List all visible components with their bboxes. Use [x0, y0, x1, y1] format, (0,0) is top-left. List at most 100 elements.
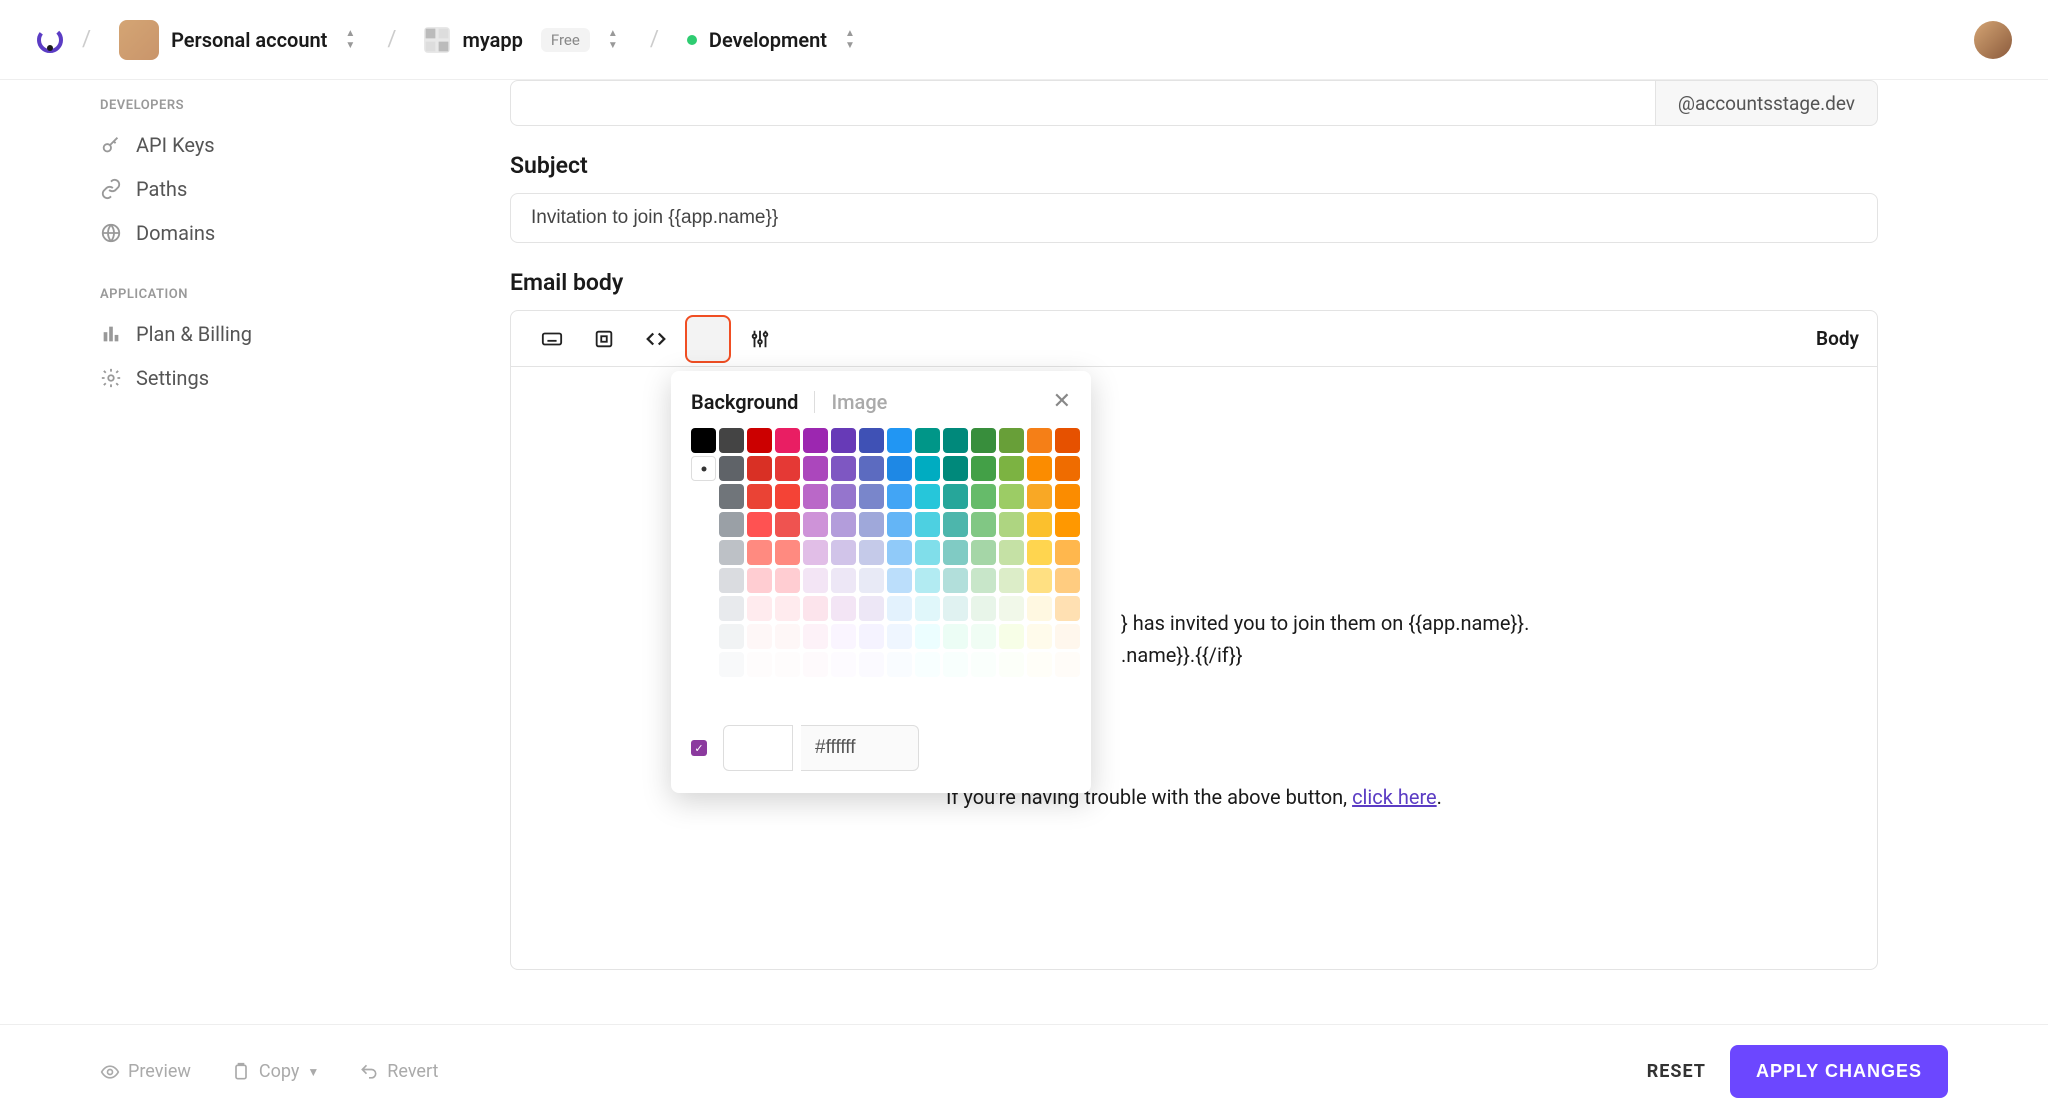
- chevron-updown-icon[interactable]: ▲▼: [608, 28, 622, 51]
- color-swatch[interactable]: [831, 428, 856, 453]
- color-swatch[interactable]: [775, 568, 800, 593]
- color-swatch[interactable]: [747, 540, 772, 565]
- color-swatch[interactable]: [971, 456, 996, 481]
- color-swatch[interactable]: [943, 596, 968, 621]
- color-swatch[interactable]: [971, 484, 996, 509]
- chevron-updown-icon[interactable]: ▲▼: [345, 28, 359, 51]
- color-swatch[interactable]: [943, 456, 968, 481]
- color-swatch[interactable]: [943, 680, 968, 705]
- color-swatch[interactable]: [999, 456, 1024, 481]
- color-swatch[interactable]: [719, 568, 744, 593]
- chevron-updown-icon[interactable]: ▲▼: [845, 28, 859, 51]
- color-swatch[interactable]: [803, 512, 828, 537]
- from-local-input[interactable]: [510, 80, 1656, 126]
- popup-tab-background[interactable]: Background: [691, 390, 798, 414]
- sidebar-item-paths[interactable]: Paths: [100, 167, 310, 211]
- color-swatch[interactable]: [1027, 484, 1052, 509]
- color-swatch[interactable]: [1027, 624, 1052, 649]
- color-swatch[interactable]: [915, 624, 940, 649]
- color-swatch[interactable]: [943, 652, 968, 677]
- color-swatch[interactable]: [859, 484, 884, 509]
- color-swatch[interactable]: [691, 680, 716, 705]
- color-swatch[interactable]: [719, 456, 744, 481]
- color-swatch[interactable]: [803, 652, 828, 677]
- color-swatch[interactable]: [691, 512, 716, 537]
- color-swatch[interactable]: [719, 428, 744, 453]
- color-swatch[interactable]: [971, 652, 996, 677]
- color-swatch[interactable]: [691, 540, 716, 565]
- color-swatch[interactable]: [859, 540, 884, 565]
- color-swatch[interactable]: [775, 512, 800, 537]
- color-swatch[interactable]: [1027, 596, 1052, 621]
- sidebar-item-domains[interactable]: Domains: [100, 211, 310, 255]
- color-swatch[interactable]: [719, 680, 744, 705]
- toolbar-code-button[interactable]: [633, 319, 679, 359]
- revert-button[interactable]: Revert: [359, 1061, 438, 1082]
- color-swatch[interactable]: [1027, 680, 1052, 705]
- color-swatch[interactable]: [859, 428, 884, 453]
- env-crumb[interactable]: Development ▲▼: [677, 22, 869, 58]
- color-swatch[interactable]: [691, 568, 716, 593]
- popup-tab-image[interactable]: Image: [831, 390, 887, 414]
- color-swatch[interactable]: [943, 428, 968, 453]
- color-swatch[interactable]: [943, 624, 968, 649]
- color-swatch[interactable]: [775, 680, 800, 705]
- color-swatch[interactable]: [915, 568, 940, 593]
- color-swatch[interactable]: [915, 680, 940, 705]
- color-swatch[interactable]: [747, 652, 772, 677]
- color-swatch[interactable]: [747, 624, 772, 649]
- toolbar-keyboard-button[interactable]: [529, 319, 575, 359]
- toolbar-background-button[interactable]: [685, 315, 731, 363]
- color-swatch[interactable]: [971, 568, 996, 593]
- color-swatch[interactable]: [803, 624, 828, 649]
- color-swatch[interactable]: [915, 428, 940, 453]
- color-swatch[interactable]: [859, 512, 884, 537]
- color-swatch[interactable]: [691, 596, 716, 621]
- color-swatch[interactable]: [747, 456, 772, 481]
- color-swatch[interactable]: [915, 484, 940, 509]
- color-swatch[interactable]: [691, 652, 716, 677]
- color-swatch[interactable]: [1055, 484, 1080, 509]
- color-swatch[interactable]: [803, 596, 828, 621]
- toolbar-sliders-button[interactable]: [737, 319, 783, 359]
- color-swatch[interactable]: [831, 624, 856, 649]
- color-swatch[interactable]: [775, 428, 800, 453]
- user-menu[interactable]: [1974, 21, 2012, 59]
- color-swatch[interactable]: [1027, 456, 1052, 481]
- color-swatch[interactable]: [887, 624, 912, 649]
- sidebar-item-api-keys[interactable]: API Keys: [100, 123, 310, 167]
- color-swatch[interactable]: [831, 652, 856, 677]
- color-swatch[interactable]: [831, 512, 856, 537]
- color-swatch[interactable]: [747, 680, 772, 705]
- color-swatch[interactable]: [887, 652, 912, 677]
- hex-input[interactable]: [801, 725, 919, 771]
- color-swatch[interactable]: [915, 512, 940, 537]
- sidebar-item-plan-billing[interactable]: Plan & Billing: [100, 312, 310, 356]
- color-swatch[interactable]: [1055, 680, 1080, 705]
- color-swatch[interactable]: [1055, 652, 1080, 677]
- subject-input[interactable]: [510, 193, 1878, 243]
- color-swatch[interactable]: [915, 456, 940, 481]
- reset-button[interactable]: RESET: [1647, 1061, 1706, 1082]
- color-swatch[interactable]: [859, 568, 884, 593]
- color-swatch[interactable]: [747, 428, 772, 453]
- color-swatch[interactable]: [1027, 540, 1052, 565]
- color-swatch[interactable]: [971, 624, 996, 649]
- sidebar-item-settings[interactable]: Settings: [100, 356, 310, 400]
- color-swatch[interactable]: [803, 540, 828, 565]
- color-swatch[interactable]: [691, 456, 716, 481]
- color-swatch[interactable]: [999, 484, 1024, 509]
- color-swatch[interactable]: [1055, 624, 1080, 649]
- color-swatch[interactable]: [887, 456, 912, 481]
- color-swatch[interactable]: [719, 540, 744, 565]
- color-swatch[interactable]: [999, 624, 1024, 649]
- color-swatch[interactable]: [971, 540, 996, 565]
- color-swatch[interactable]: [859, 456, 884, 481]
- preview-click-here-link[interactable]: click here: [1352, 785, 1437, 809]
- color-swatch[interactable]: [887, 540, 912, 565]
- color-swatch[interactable]: [691, 624, 716, 649]
- apply-changes-button[interactable]: APPLY CHANGES: [1730, 1045, 1948, 1098]
- color-swatch[interactable]: [1055, 512, 1080, 537]
- color-swatch[interactable]: [691, 484, 716, 509]
- color-swatch[interactable]: [887, 568, 912, 593]
